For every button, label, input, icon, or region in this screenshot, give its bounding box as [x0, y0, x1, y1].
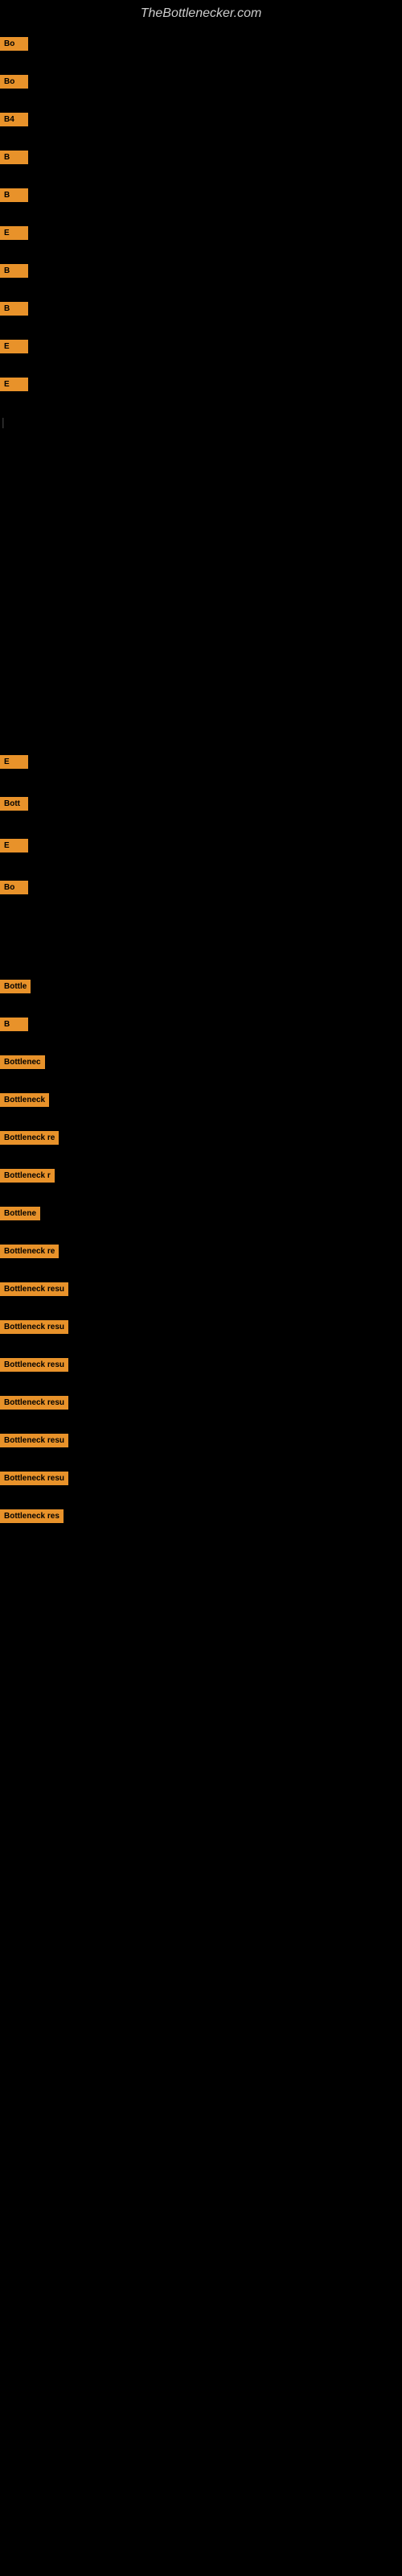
list-item: B	[0, 186, 402, 204]
list-item: Bottlene	[0, 1204, 402, 1223]
list-item: E	[0, 836, 402, 855]
list-item: E	[0, 337, 402, 356]
top-section: Bo Bo B4 B B E B B E	[0, 35, 402, 431]
list-item: B	[0, 1015, 402, 1034]
item-label: Bottleneck re	[0, 1131, 59, 1145]
item-label: E	[0, 378, 28, 391]
list-item: |	[0, 413, 402, 431]
site-title: TheBottlenecker.com	[0, 0, 402, 24]
list-item: Bottleneck resu	[0, 1356, 402, 1374]
list-item: Bottleneck resu	[0, 1469, 402, 1488]
item-label: Bottleneck resu	[0, 1320, 68, 1334]
item-label: B	[0, 1018, 28, 1031]
list-item: Bottleneck resu	[0, 1318, 402, 1336]
item-label: B4	[0, 113, 28, 126]
mid-section: E Bott E Bo	[0, 753, 402, 897]
list-item: Bottleneck resu	[0, 1393, 402, 1412]
item-label: B	[0, 151, 28, 164]
list-item: Bottle	[0, 977, 402, 996]
list-item: Bottleneck res	[0, 1507, 402, 1525]
item-label: B	[0, 264, 28, 278]
item-label: B	[0, 302, 28, 316]
list-item: Bott	[0, 795, 402, 813]
list-item: Bo	[0, 878, 402, 897]
item-label: Bottle	[0, 980, 31, 993]
list-item: B	[0, 299, 402, 318]
item-label: E	[0, 839, 28, 852]
item-label: E	[0, 226, 28, 240]
item-label: Bottleneck resu	[0, 1282, 68, 1296]
list-item: B	[0, 148, 402, 167]
list-item: Bo	[0, 35, 402, 53]
bottom-section: Bottle B Bottlenec Bottleneck Bottleneck…	[0, 977, 402, 1525]
item-label: B	[0, 188, 28, 202]
list-item: Bottleneck resu	[0, 1280, 402, 1298]
item-label: Bottleneck	[0, 1093, 49, 1107]
page-wrapper: TheBottlenecker.com Bo Bo B4 B B E B	[0, 0, 402, 1542]
list-item: Bottleneck re	[0, 1129, 402, 1147]
item-label: Bottleneck resu	[0, 1472, 68, 1485]
item-label: E	[0, 755, 28, 769]
item-label: Bottleneck resu	[0, 1358, 68, 1372]
item-label: Bottleneck resu	[0, 1434, 68, 1447]
item-label: Bottlene	[0, 1207, 40, 1220]
list-item: Bo	[0, 72, 402, 91]
item-label: Bottleneck re	[0, 1245, 59, 1258]
list-item: E	[0, 224, 402, 242]
item-label: Bo	[0, 75, 28, 89]
item-label: Bottleneck res	[0, 1509, 64, 1523]
item-label: Bottlenec	[0, 1055, 45, 1069]
list-item: B	[0, 262, 402, 280]
item-label: E	[0, 340, 28, 353]
item-label: Bottleneck r	[0, 1169, 55, 1183]
list-item: E	[0, 375, 402, 394]
list-item: Bottlenec	[0, 1053, 402, 1071]
item-label: Bo	[0, 881, 28, 894]
list-item: Bottleneck r	[0, 1166, 402, 1185]
list-item: Bottleneck re	[0, 1242, 402, 1261]
item-label: Bo	[0, 37, 28, 51]
list-item: Bottleneck resu	[0, 1431, 402, 1450]
list-item: Bottleneck	[0, 1091, 402, 1109]
item-label: Bott	[0, 797, 28, 811]
list-item: B4	[0, 110, 402, 129]
list-item: E	[0, 753, 402, 771]
item-label: Bottleneck resu	[0, 1396, 68, 1410]
